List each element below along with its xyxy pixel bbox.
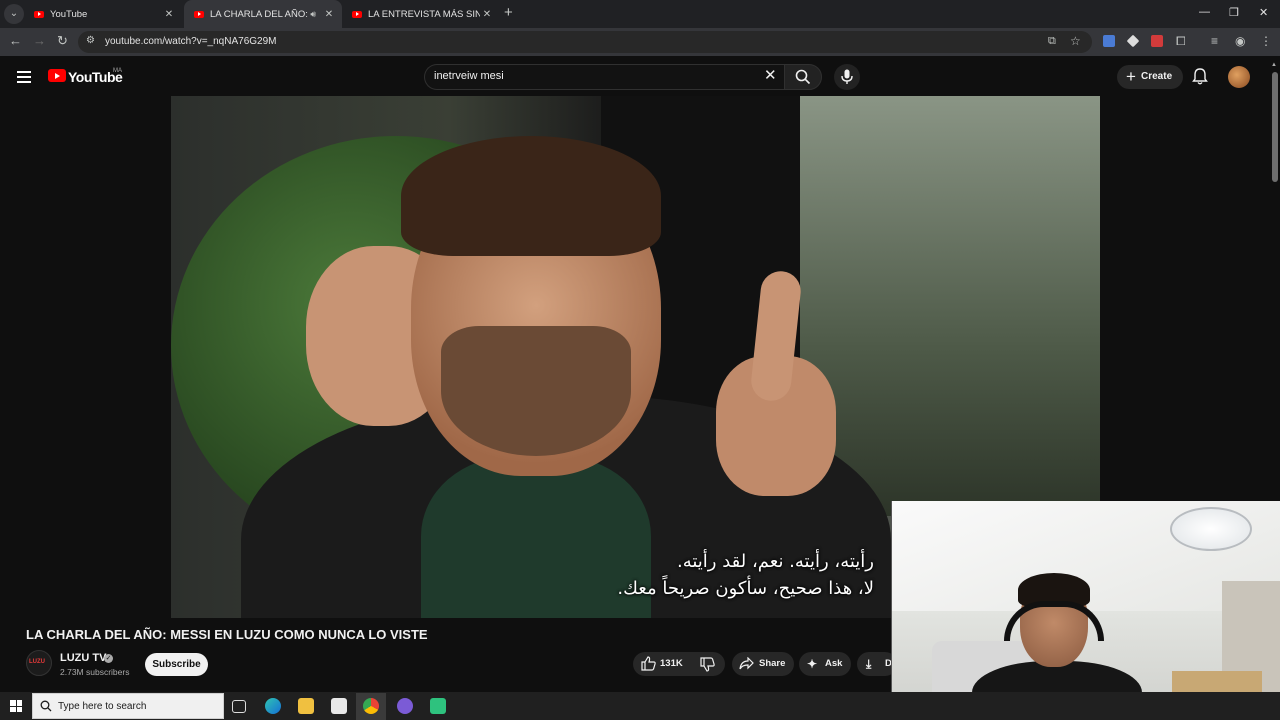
profile-icon[interactable]: ◉: [1235, 34, 1245, 48]
taskbar-search-placeholder[interactable]: Type here to search: [58, 701, 146, 712]
chrome-icon[interactable]: [363, 698, 379, 714]
webcam-ceiling-lamp: [1170, 507, 1252, 551]
user-avatar[interactable]: [1228, 66, 1250, 88]
youtube-favicon-icon: [194, 10, 204, 18]
country-code: MA: [113, 68, 122, 74]
video-subtitles: رأيته، رأيته. نعم، لقد رأيته. لا، هذا صح…: [617, 548, 874, 602]
channel-avatar[interactable]: [26, 650, 52, 676]
share-arrow-icon: [739, 657, 754, 670]
ask-button[interactable]: ✦ Ask: [799, 652, 851, 676]
file-explorer-icon[interactable]: [298, 698, 314, 714]
app-green-icon[interactable]: [430, 698, 446, 714]
voice-search-button[interactable]: [834, 64, 860, 90]
video-title: LA CHARLA DEL AÑO: MESSI EN LUZU COMO NU…: [26, 627, 428, 642]
ask-label: Ask: [825, 658, 843, 669]
like-button[interactable]: 131K: [633, 652, 695, 676]
new-tab-button[interactable]: +: [504, 5, 513, 20]
tab-youtube[interactable]: YouTube ✕: [24, 0, 182, 28]
task-view-icon[interactable]: [232, 700, 246, 713]
clear-search-icon[interactable]: ✕: [764, 67, 777, 85]
search-button[interactable]: [784, 64, 822, 90]
subscriber-count: 2.73M subscribers: [60, 667, 130, 677]
back-arrow-icon[interactable]: ←: [9, 34, 22, 48]
site-info-icon[interactable]: ⚙: [86, 35, 95, 46]
minimize-icon[interactable]: —: [1199, 6, 1210, 18]
youtube-favicon-icon: [34, 10, 44, 18]
install-app-icon[interactable]: ⧉: [1048, 34, 1056, 48]
microphone-icon: [841, 69, 853, 84]
taskbar-search-icon: [40, 699, 52, 717]
close-tab-icon[interactable]: ✕: [322, 9, 336, 20]
tab-la-entrevista[interactable]: LA ENTREVISTA MÁS SINCERA ✕: [342, 0, 500, 28]
like-count: 131K: [660, 658, 683, 669]
speaker-beard: [441, 326, 631, 456]
subtitle-line: رأيته، رأيته. نعم، لقد رأيته.: [676, 551, 874, 572]
subtitle-line: لا، هذا صحيح، سأكون صريحاً معك.: [617, 578, 874, 599]
download-icon: ⤓: [866, 657, 872, 671]
bookmark-star-icon[interactable]: ☆: [1070, 34, 1081, 48]
youtube-logo-icon[interactable]: [48, 69, 66, 82]
thumbs-down-icon: [700, 657, 715, 672]
search-icon: [795, 69, 811, 85]
share-button[interactable]: Share: [732, 652, 794, 676]
menu-hamburger-icon[interactable]: [17, 71, 31, 86]
close-tab-icon[interactable]: ✕: [480, 9, 494, 20]
extensions-puzzle-icon[interactable]: ⧠: [1176, 34, 1186, 48]
microsoft-store-icon[interactable]: [331, 698, 347, 714]
notifications-bell-icon[interactable]: [1192, 68, 1208, 90]
verified-check-icon: ✓: [104, 654, 113, 663]
tab-title: LA CHARLA DEL AÑO: MES: [210, 8, 310, 20]
reload-icon[interactable]: ↻: [57, 34, 68, 48]
translate-extension-icon[interactable]: [1103, 35, 1115, 47]
share-label: Share: [759, 658, 786, 669]
edge-browser-icon[interactable]: [265, 698, 281, 714]
sparkle-icon: ✦: [807, 657, 818, 671]
tab-title: YouTube: [50, 8, 88, 20]
tab-title: LA ENTREVISTA MÁS SINCERA: [368, 8, 480, 20]
speaker-hair: [401, 136, 661, 256]
youtube-favicon-icon: [352, 10, 362, 18]
window-close-icon[interactable]: ✕: [1259, 6, 1268, 19]
tab-la-charla[interactable]: LA CHARLA DEL AÑO: MES 🔊︎ ✕: [184, 0, 342, 28]
scroll-up-arrow-icon[interactable]: ▲: [1271, 62, 1277, 68]
restore-icon[interactable]: ❐: [1229, 6, 1239, 19]
chrome-menu-icon[interactable]: ⋮: [1260, 34, 1272, 48]
channel-name[interactable]: LUZU TV: [60, 652, 106, 664]
scrollbar-thumb[interactable]: [1272, 72, 1278, 182]
media-controls-icon[interactable]: ≡: [1211, 34, 1218, 48]
speaker-audio-icon[interactable]: 🔊︎: [310, 9, 316, 20]
thumbs-up-icon: [641, 656, 656, 671]
close-tab-icon[interactable]: ✕: [162, 9, 176, 20]
dislike-button[interactable]: [697, 652, 725, 676]
search-query[interactable]: inetrveiw mesi: [434, 70, 504, 82]
background-window: [800, 96, 1100, 516]
webcam-overlay[interactable]: [891, 501, 1280, 720]
windows-start-icon[interactable]: [10, 700, 22, 712]
address-url[interactable]: youtube.com/watch?v=_nqNA76G29M: [105, 36, 277, 47]
discord-icon[interactable]: [397, 698, 413, 714]
red-extension-icon[interactable]: [1151, 35, 1163, 47]
forward-arrow-icon[interactable]: →: [33, 34, 46, 48]
create-button[interactable]: Create: [1117, 65, 1183, 89]
subscribe-button[interactable]: Subscribe: [145, 653, 208, 676]
tab-search-button[interactable]: ⌄: [4, 4, 24, 24]
